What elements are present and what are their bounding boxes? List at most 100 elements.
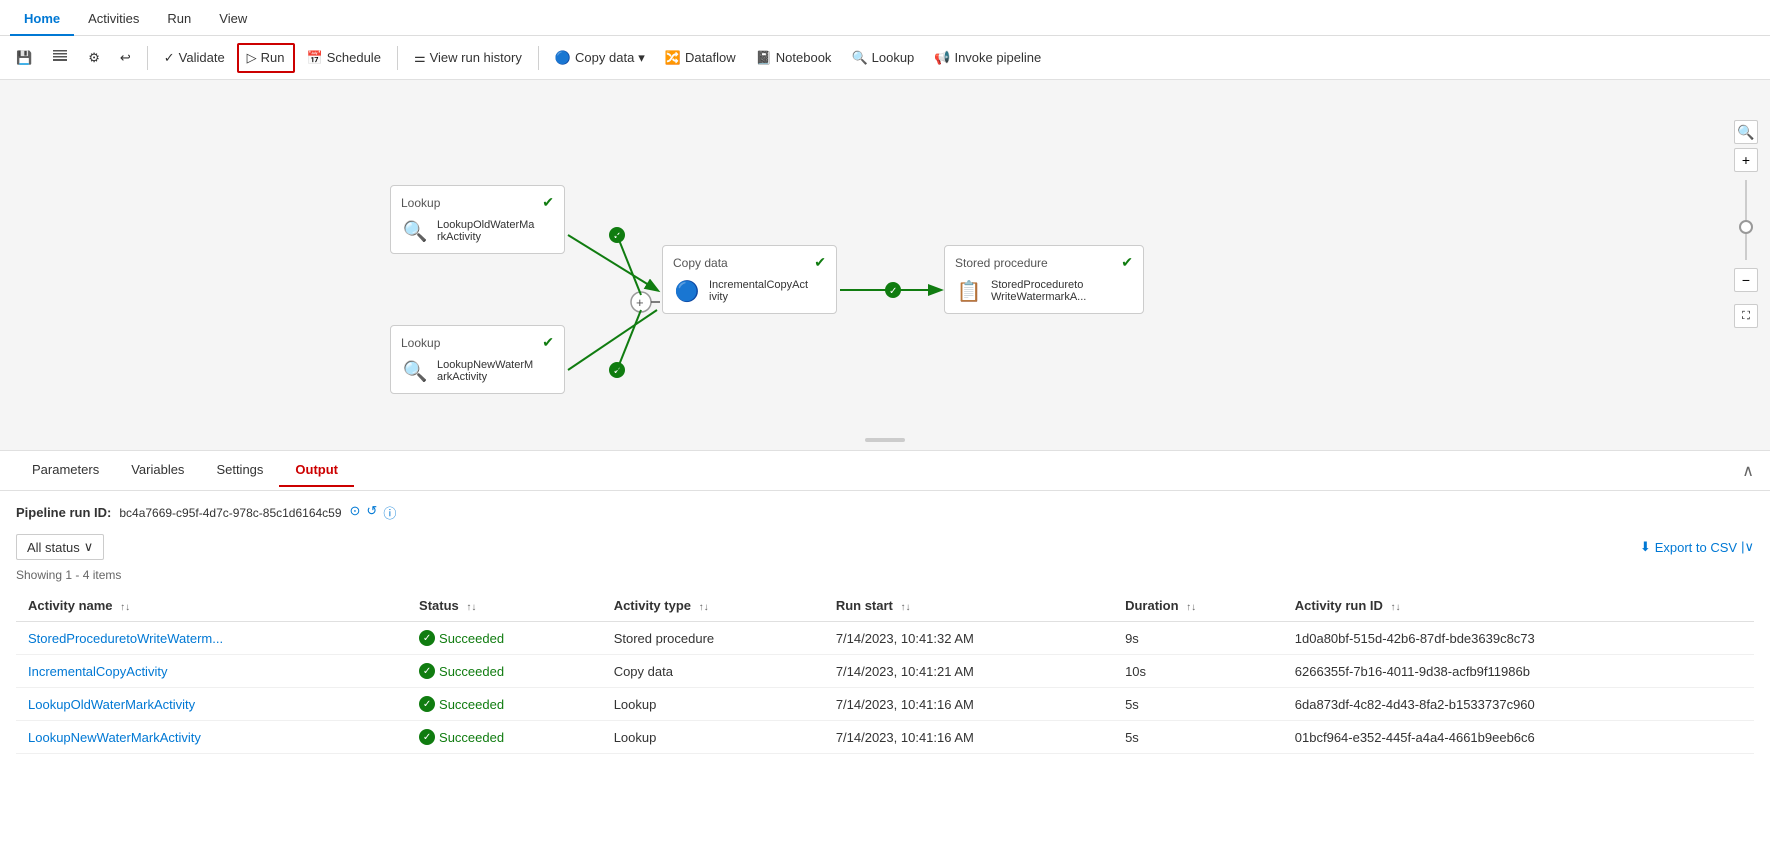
tab-view[interactable]: View xyxy=(205,3,261,36)
tab-output[interactable]: Output xyxy=(279,454,354,487)
cell-activity-name[interactable]: IncrementalCopyActivity xyxy=(16,655,407,688)
col-activity-type[interactable]: Activity type ↑↓ xyxy=(602,590,824,622)
cell-status: ✓ Succeeded xyxy=(407,688,602,721)
status-success-badge: ✓ Succeeded xyxy=(419,729,590,745)
col-activity-name[interactable]: Activity name ↑↓ xyxy=(16,590,407,622)
status-filter-label: All status xyxy=(27,540,80,555)
col-duration[interactable]: Duration ↑↓ xyxy=(1113,590,1283,622)
sort-duration-icon: ↑↓ xyxy=(1186,602,1196,613)
table-row: StoredProceduretoWriteWaterm... ✓ Succeed… xyxy=(16,622,1754,655)
success-checkmark-icon: ✓ xyxy=(419,729,435,745)
invoke-pipeline-button[interactable]: 📢 Invoke pipeline xyxy=(926,45,1049,71)
dataflow-button[interactable]: 🔀 Dataflow xyxy=(657,45,744,71)
run-button[interactable]: ▷ Run xyxy=(237,43,295,73)
node-stored-procedure[interactable]: Stored procedure ✔ 📋 StoredProceduretoWr… xyxy=(944,245,1144,314)
sort-activity-name-icon: ↑↓ xyxy=(120,602,130,613)
node-lookup1-label: LookupOldWaterMarkActivity xyxy=(437,219,537,243)
table-row: LookupOldWaterMarkActivity✓ SucceededLoo… xyxy=(16,688,1754,721)
cell-status: ✓ Succeeded xyxy=(407,655,602,688)
node-storedproc-success-badge: ✔ xyxy=(1121,254,1133,271)
cell-activity-name[interactable]: LookupOldWaterMarkActivity xyxy=(16,688,407,721)
cell-run-id: 6266355f-7b16-4011-9d38-acfb9f11986b xyxy=(1283,655,1754,688)
cell-duration: 9s xyxy=(1113,622,1283,655)
tab-settings[interactable]: Settings xyxy=(200,454,279,487)
export-chevron-icon: |∨ xyxy=(1741,539,1754,555)
svg-text:✓: ✓ xyxy=(889,286,897,297)
fit-to-screen-button[interactable]: ⛶ xyxy=(1734,304,1758,328)
info-icon[interactable]: ⓘ xyxy=(383,503,396,522)
dataflow-icon: 🔀 xyxy=(665,50,681,66)
edit-icon xyxy=(52,48,68,67)
cell-run-id: 01bcf964-e352-445f-a4a4-4661b9eeb6c6 xyxy=(1283,721,1754,754)
svg-text:✓: ✓ xyxy=(613,231,621,242)
node-lookup-new[interactable]: Lookup ✔ 🔍 LookupNewWaterMarkActivity xyxy=(390,325,565,394)
table-row: LookupNewWaterMarkActivity ✓ Succeeded Loo… xyxy=(16,721,1754,754)
save-icon: 💾 xyxy=(16,50,32,66)
cell-activity-name[interactable]: LookupNewWaterMarkActivity xyxy=(16,721,407,754)
sort-run-id-icon: ↑↓ xyxy=(1391,602,1401,613)
cell-activity-name[interactable]: StoredProceduretoWriteWaterm... xyxy=(16,622,407,655)
zoom-out-button[interactable]: − xyxy=(1734,268,1758,292)
cell-run-start: 7/14/2023, 10:41:16 AM xyxy=(824,721,1113,754)
node-copy-data[interactable]: Copy data ✔ 🔵 IncrementalCopyActivity xyxy=(662,245,837,314)
node-lookup1-type-label: Lookup xyxy=(401,196,440,210)
undo-button[interactable]: ↩ xyxy=(112,45,139,71)
save-button[interactable]: 💾 xyxy=(8,45,40,71)
panel-collapse-button[interactable]: ∧ xyxy=(1742,461,1754,481)
col-activity-run-id[interactable]: Activity run ID ↑↓ xyxy=(1283,590,1754,622)
status-success-badge: ✓ Succeeded xyxy=(419,630,590,646)
activity-name-link[interactable]: IncrementalCopyActivity xyxy=(28,664,167,679)
lookup-button[interactable]: 🔍 Lookup xyxy=(843,45,922,71)
cell-activity-type: Copy data xyxy=(602,655,824,688)
node-lookup2-label: LookupNewWaterMarkActivity xyxy=(437,359,537,383)
col-status[interactable]: Status ↑↓ xyxy=(407,590,602,622)
copy-id-icon[interactable]: ⊙ xyxy=(350,503,361,522)
lookup2-icon: 🔍 xyxy=(401,357,429,385)
tab-parameters[interactable]: Parameters xyxy=(16,454,115,487)
status-filter-dropdown[interactable]: All status ∨ xyxy=(16,534,104,560)
notebook-button[interactable]: 📓 Notebook xyxy=(748,45,840,71)
success-checkmark-icon: ✓ xyxy=(419,663,435,679)
run-history-icon: ⚌ xyxy=(414,50,426,66)
settings-button[interactable]: ⚙ xyxy=(80,45,108,71)
node-lookup-old[interactable]: Lookup ✔ 🔍 LookupOldWaterMarkActivity xyxy=(390,185,565,254)
bottom-panel: Parameters Variables Settings Output ∧ P… xyxy=(0,450,1770,766)
cell-activity-type: Lookup xyxy=(602,721,824,754)
run-id-icons: ⊙ ↺ ⓘ xyxy=(350,503,397,522)
output-table: Activity name ↑↓ Status ↑↓ Activity type… xyxy=(16,590,1754,754)
panel-resize-handle[interactable] xyxy=(865,438,905,442)
col-run-start[interactable]: Run start ↑↓ xyxy=(824,590,1113,622)
tab-run[interactable]: Run xyxy=(153,3,205,36)
activity-name-link[interactable]: StoredProceduretoWriteWaterm... xyxy=(28,631,223,646)
lookup-icon: 🔍 xyxy=(851,50,867,66)
storedproc-icon: 📋 xyxy=(955,277,983,305)
zoom-in-button[interactable]: + xyxy=(1734,148,1758,172)
schedule-button[interactable]: 📅 Schedule xyxy=(299,45,389,71)
success-checkmark-icon: ✓ xyxy=(419,696,435,712)
copydata-icon: 🔵 xyxy=(673,277,701,305)
copy-data-button[interactable]: 🔵 Copy data ▾ xyxy=(547,45,653,71)
status-filter-chevron-icon: ∨ xyxy=(84,539,94,555)
export-csv-button[interactable]: ⬇ Export to CSV |∨ xyxy=(1640,539,1754,555)
zoom-slider[interactable] xyxy=(1745,180,1747,260)
success-checkmark-icon: ✓ xyxy=(419,630,435,646)
edit-button[interactable] xyxy=(44,43,76,72)
tab-variables[interactable]: Variables xyxy=(115,454,200,487)
settings-icon: ⚙ xyxy=(88,50,100,66)
refresh-icon[interactable]: ↺ xyxy=(366,503,377,522)
cell-run-id: 1d0a80bf-515d-42b6-87df-bde3639c8c73 xyxy=(1283,622,1754,655)
activity-name-link[interactable]: LookupNewWaterMarkActivity xyxy=(28,730,201,745)
checkmark-icon: ✓ xyxy=(164,50,175,66)
pipeline-connectors: ✓ ✓ ✓ + xyxy=(0,80,1770,450)
invoke-pipeline-icon: 📢 xyxy=(934,50,950,66)
view-run-history-button[interactable]: ⚌ View run history xyxy=(406,45,530,71)
validate-button[interactable]: ✓ Validate xyxy=(156,45,233,71)
tab-home[interactable]: Home xyxy=(10,3,74,36)
canvas-search-button[interactable]: 🔍 xyxy=(1734,120,1758,144)
table-header-row: Activity name ↑↓ Status ↑↓ Activity type… xyxy=(16,590,1754,622)
tab-activities[interactable]: Activities xyxy=(74,3,153,36)
cell-run-start: 7/14/2023, 10:41:32 AM xyxy=(824,622,1113,655)
activity-name-link[interactable]: LookupOldWaterMarkActivity xyxy=(28,697,195,712)
lookup1-icon: 🔍 xyxy=(401,217,429,245)
node-lookup2-type-label: Lookup xyxy=(401,336,440,350)
